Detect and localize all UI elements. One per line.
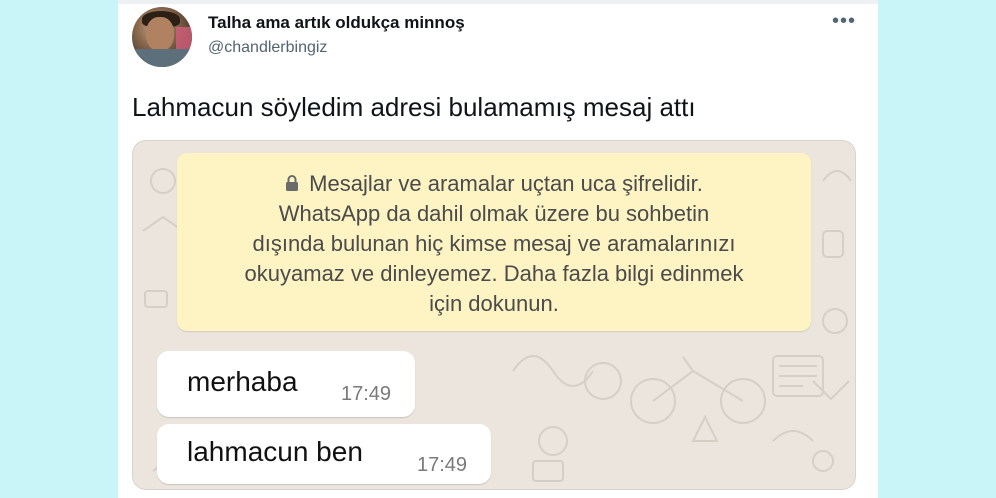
message-time: 17:49 — [417, 454, 468, 476]
message-time: 17:49 — [341, 383, 392, 405]
notice-line-2: WhatsApp da dahil olmak üzere bu sohbeti… — [278, 201, 710, 226]
lock-icon — [286, 175, 299, 191]
top-divider — [118, 0, 878, 4]
author-handle[interactable]: @chandlerbingiz — [208, 39, 327, 57]
message-bubble[interactable]: merhaba 17:49 — [157, 351, 415, 417]
chat-screenshot: Mesajlar ve aramalar uçtan uca şifrelidi… — [132, 140, 856, 490]
tweet-text: Lahmacun söyledim adresi bulamamış mesaj… — [132, 92, 696, 122]
encryption-notice[interactable]: Mesajlar ve aramalar uçtan uca şifrelidi… — [177, 153, 811, 331]
message-text: lahmacun ben — [187, 436, 363, 467]
message-text: merhaba — [187, 366, 298, 397]
notice-line-1: Mesajlar ve aramalar uçtan uca şifrelidi… — [201, 169, 787, 199]
tweet-card: Talha ama artık oldukça minnoş @chandler… — [118, 0, 878, 498]
author-name[interactable]: Talha ama artık oldukça minnoş — [208, 13, 465, 33]
notice-line-4: okuyamaz ve dinleyemez. Daha fazla bilgi… — [244, 261, 744, 286]
more-horizontal-icon[interactable]: ••• — [832, 10, 856, 33]
avatar[interactable] — [132, 7, 192, 67]
notice-line-3: dışında bulunan hiç kimse mesaj ve arama… — [252, 231, 736, 256]
notice-line-5: için dokunun. — [429, 291, 559, 316]
message-bubble[interactable]: lahmacun ben 17:49 — [157, 424, 491, 484]
